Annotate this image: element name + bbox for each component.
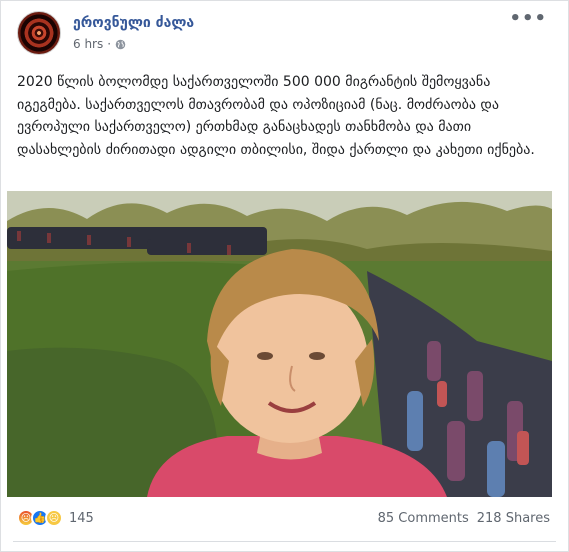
photo-illustration bbox=[7, 191, 552, 497]
footer-divider bbox=[13, 541, 556, 542]
globe-icon bbox=[115, 39, 126, 49]
timestamp-link[interactable]: 6 hrs bbox=[73, 37, 103, 51]
meta-separator: · bbox=[107, 37, 112, 51]
sad-icon: ☹ bbox=[45, 509, 63, 527]
post-stats: 85 Comments 218 Shares bbox=[378, 511, 550, 526]
reactions-bar[interactable]: ☹ 👍 ☹ 145 bbox=[17, 509, 94, 527]
post-meta: 6 hrs · bbox=[73, 37, 126, 51]
page-avatar[interactable] bbox=[17, 11, 61, 55]
reactions-count[interactable]: 145 bbox=[69, 511, 94, 526]
more-options-icon[interactable]: ••• bbox=[509, 10, 547, 28]
post-photo[interactable] bbox=[7, 191, 552, 497]
post-header: ეროვნული ძალა 6 hrs · ••• bbox=[17, 10, 557, 57]
page-name-link[interactable]: ეროვნული ძალა bbox=[73, 15, 194, 31]
comments-count-link[interactable]: 85 Comments bbox=[378, 511, 469, 526]
shares-count-link[interactable]: 218 Shares bbox=[477, 511, 550, 526]
post-text: 2020 წლის ბოლომდე საქართველოში 500 000 მ… bbox=[17, 74, 535, 158]
post-card: ეროვნული ძალა 6 hrs · ••• 2020 წლის ბოლო… bbox=[0, 0, 569, 552]
